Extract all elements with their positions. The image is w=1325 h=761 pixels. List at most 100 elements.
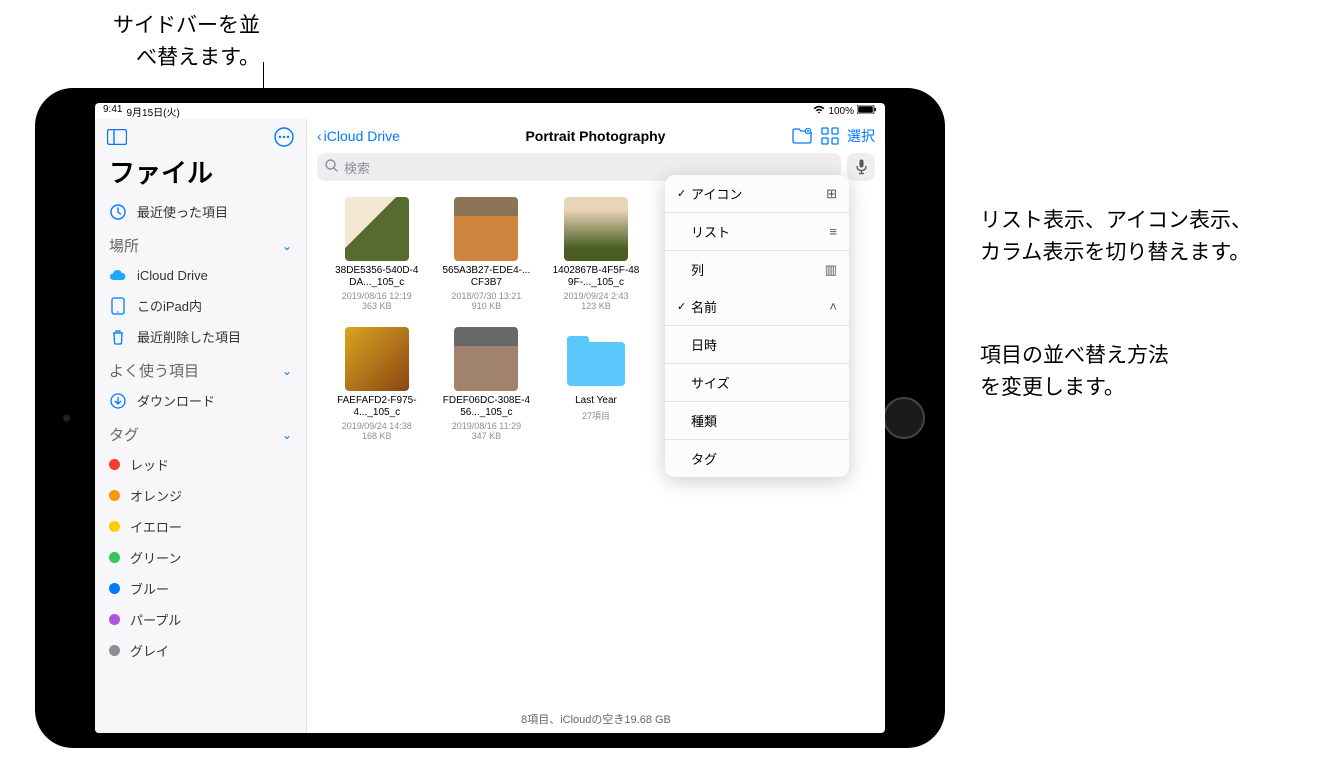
file-size: 123 KB — [581, 301, 611, 311]
sidebar-item-location-1[interactable]: このiPad内 — [95, 290, 306, 321]
home-button[interactable] — [883, 397, 925, 439]
file-name: FAEFAFD2-F975-4..._105_c — [332, 395, 422, 419]
sidebar-label: 最近削除した項目 — [137, 327, 241, 346]
file-size: 910 KB — [472, 301, 502, 311]
sidebar-item-tag-3[interactable]: グリーン — [95, 542, 306, 573]
main-content: ‹ iCloud Drive Portrait Photography 選択 — [307, 119, 885, 733]
clock-icon — [109, 203, 127, 221]
status-time: 9:41 — [103, 104, 122, 119]
file-item-3[interactable]: FAEFAFD2-F975-4..._105_c 2019/09/24 14:3… — [327, 327, 427, 441]
more-icon[interactable] — [272, 125, 296, 149]
view-mode-icon: ⊞ — [826, 186, 837, 202]
sidebar-title: ファイル — [95, 153, 306, 196]
tag-dot-icon — [109, 583, 120, 594]
popover-sort-0[interactable]: ✓ 名前 ˄ — [665, 288, 849, 326]
sidebar-label: パープル — [130, 610, 181, 629]
status-bar: 9:41 9月15日(火) 100% — [95, 103, 885, 119]
tag-dot-icon — [109, 645, 120, 656]
sidebar-label: グリーン — [130, 548, 181, 567]
popover-label: 列 — [691, 260, 825, 279]
file-item-1[interactable]: 565A3B27-EDE4-...CF3B7 2018/07/30 13:21 … — [437, 197, 537, 311]
sidebar-item-location-2[interactable]: 最近削除した項目 — [95, 321, 306, 352]
back-button[interactable]: ‹ iCloud Drive — [317, 128, 400, 144]
sidebar-header-locations[interactable]: 場所 ⌄ — [95, 227, 306, 260]
file-date: 27項目 — [582, 409, 610, 422]
search-icon — [325, 159, 338, 175]
sidebar-item-tag-6[interactable]: グレイ — [95, 635, 306, 666]
footer-status: 8項目、iCloudの空き19.68 GB — [307, 705, 885, 733]
battery-icon — [857, 105, 877, 117]
callout-sort-change: 項目の並べ替え方法 を変更します。 — [980, 340, 1169, 403]
popover-view-0[interactable]: ✓ アイコン ⊞ — [665, 175, 849, 213]
popover-label: サイズ — [691, 373, 837, 392]
sort-dir-icon: ˄ — [829, 299, 837, 314]
file-size: 347 KB — [472, 431, 502, 441]
sidebar-label: レッド — [130, 455, 169, 474]
popover-view-2[interactable]: 列 ▥ — [665, 251, 849, 288]
chevron-down-icon: ⌄ — [282, 428, 292, 442]
mic-button[interactable] — [847, 153, 875, 181]
new-folder-icon[interactable] — [791, 125, 813, 147]
chevron-down-icon: ⌄ — [282, 364, 292, 378]
sidebar-item-tag-5[interactable]: パープル — [95, 604, 306, 635]
popover-label: 名前 — [691, 297, 829, 316]
main-header: ‹ iCloud Drive Portrait Photography 選択 — [307, 119, 885, 153]
file-date: 2018/07/30 13:21 — [451, 291, 521, 301]
cloud-icon — [109, 266, 127, 284]
sidebar-label: オレンジ — [130, 486, 182, 505]
view-sort-popover: ✓ アイコン ⊞ リスト ≡ 列 ▥ ✓ 名前 ˄ 日時 サイズ 種類 タグ — [665, 175, 849, 477]
ipad-frame: 9:41 9月15日(火) 100% — [35, 88, 945, 748]
sidebar-item-tag-2[interactable]: イエロー — [95, 511, 306, 542]
tag-dot-icon — [109, 459, 120, 470]
trash-icon — [109, 328, 127, 346]
popover-label: アイコン — [691, 184, 826, 203]
popover-label: リスト — [691, 222, 829, 241]
popover-sort-4[interactable]: タグ — [665, 440, 849, 477]
sidebar-label: イエロー — [130, 517, 182, 536]
sidebar-item-tag-4[interactable]: ブルー — [95, 573, 306, 604]
folder-title: Portrait Photography — [406, 128, 785, 144]
view-grid-icon[interactable] — [819, 125, 841, 147]
sidebar-header-tags[interactable]: タグ ⌄ — [95, 416, 306, 449]
sidebar-item-tag-1[interactable]: オレンジ — [95, 480, 306, 511]
file-item-4[interactable]: FDEF06DC-308E-456..._105_c 2019/08/16 11… — [437, 327, 537, 441]
file-date: 2019/09/24 2:43 — [563, 291, 628, 301]
sidebar-item-location-0[interactable]: iCloud Drive — [95, 260, 306, 290]
check-icon: ✓ — [677, 300, 691, 313]
file-name: 565A3B27-EDE4-...CF3B7 — [441, 265, 531, 289]
file-date: 2019/08/16 11:29 — [452, 421, 521, 431]
sidebar-item-favorite-0[interactable]: ダウンロード — [95, 385, 306, 416]
popover-sort-3[interactable]: 種類 — [665, 402, 849, 440]
popover-sort-2[interactable]: サイズ — [665, 364, 849, 402]
tag-dot-icon — [109, 552, 120, 563]
tag-dot-icon — [109, 614, 120, 625]
camera-dot — [63, 415, 70, 422]
popover-sort-1[interactable]: 日時 — [665, 326, 849, 364]
file-name: 38DE5356-540D-4DA..._105_c — [332, 265, 422, 289]
ipad-icon — [109, 297, 127, 315]
popover-view-1[interactable]: リスト ≡ — [665, 213, 849, 251]
sidebar-toggle-icon[interactable] — [105, 125, 129, 149]
select-button[interactable]: 選択 — [847, 126, 875, 146]
sidebar-label: ブルー — [130, 579, 169, 598]
chevron-down-icon: ⌄ — [282, 239, 292, 253]
file-item-5[interactable]: Last Year 27項目 — [546, 327, 646, 441]
sidebar-item-recents[interactable]: 最近使った項目 — [95, 196, 306, 227]
callout-view-switch: リスト表示、アイコン表示、 カラム表示を切り替えます。 — [980, 205, 1252, 268]
file-size: 168 KB — [362, 431, 392, 441]
file-name: Last Year — [575, 395, 617, 407]
file-item-2[interactable]: 1402867B-4F5F-489F-..._105_c 2019/09/24 … — [546, 197, 646, 311]
sidebar-header-favorites[interactable]: よく使う項目 ⌄ — [95, 352, 306, 385]
file-date: 2019/08/16 12:19 — [342, 291, 412, 301]
download-icon — [109, 392, 127, 410]
file-size: 363 KB — [362, 301, 392, 311]
tag-dot-icon — [109, 521, 120, 532]
file-item-0[interactable]: 38DE5356-540D-4DA..._105_c 2019/08/16 12… — [327, 197, 427, 311]
file-name: FDEF06DC-308E-456..._105_c — [441, 395, 531, 419]
popover-label: 日時 — [691, 335, 837, 354]
sidebar-item-tag-0[interactable]: レッド — [95, 449, 306, 480]
file-date: 2019/09/24 14:38 — [342, 421, 412, 431]
sidebar-label: ダウンロード — [137, 391, 215, 410]
sidebar-label: グレイ — [130, 641, 169, 660]
sidebar-label: iCloud Drive — [137, 268, 208, 283]
